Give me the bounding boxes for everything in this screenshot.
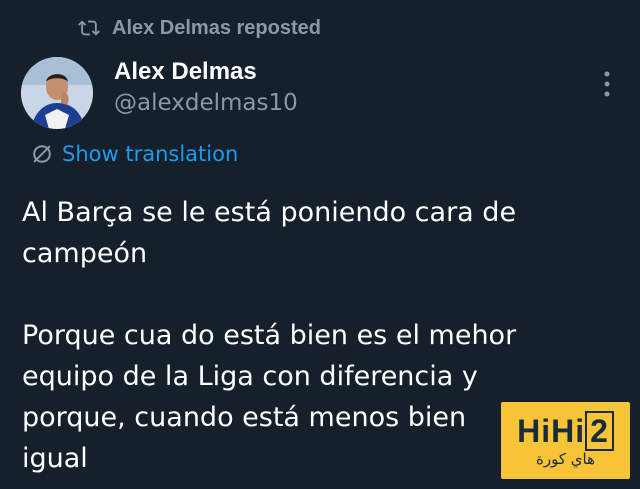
repost-header[interactable]: Alex Delmas reposted — [78, 14, 321, 42]
watermark-logo: HiHi 2 هاي كورة — [501, 402, 630, 479]
author-handle[interactable]: @alexdelmas10 — [114, 90, 298, 116]
watermark-subtitle: هاي كورة — [536, 449, 595, 468]
author-name[interactable]: Alex Delmas — [114, 58, 257, 86]
show-translation-label: Show translation — [62, 142, 239, 166]
translate-icon — [33, 145, 51, 163]
avatar-photo — [21, 57, 93, 129]
show-translation-link[interactable]: Show translation — [31, 142, 238, 166]
repost-icon — [78, 20, 100, 36]
avatar[interactable] — [21, 57, 93, 129]
watermark-logo-box: 2 — [585, 410, 614, 451]
watermark-logo-text: HiHi 2 — [517, 410, 614, 451]
more-vertical-icon[interactable] — [602, 70, 612, 98]
watermark-logo-main: HiHi — [517, 412, 586, 449]
repost-label: Alex Delmas reposted — [112, 16, 321, 39]
